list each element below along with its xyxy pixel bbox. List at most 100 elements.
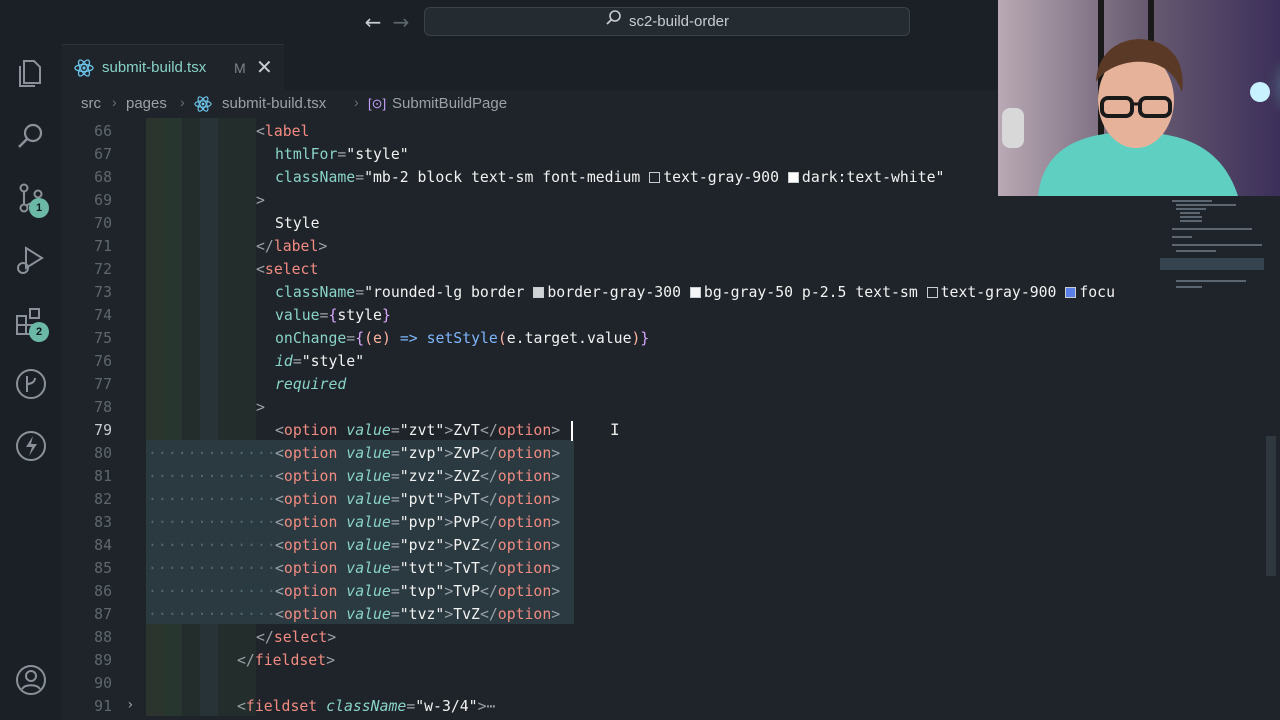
explorer-icon[interactable] (13, 56, 49, 92)
indent-rainbow-band (200, 118, 218, 716)
option-line: <option value="pvz">PvZ</option> (275, 537, 561, 554)
close-tab-button[interactable]: ✕ (256, 55, 273, 79)
option-line: <option value="tvz">TvZ</option> (275, 606, 561, 623)
line-number: 68 (94, 169, 112, 186)
command-center-search[interactable]: sc2-build-order (424, 7, 910, 36)
code-line-74: value={style} (275, 307, 391, 324)
whitespace-dots: ············· (148, 583, 277, 600)
line-number: 86 (94, 583, 112, 600)
extensions-badge: 2 (29, 322, 49, 342)
code-line-73: className="rounded-lg border border-gray… (275, 284, 1115, 301)
line-number: 82 (94, 491, 112, 508)
line-number: 85 (94, 560, 112, 577)
modified-indicator: M (234, 60, 246, 76)
minimap[interactable] (1160, 196, 1264, 720)
line-number: 87 (94, 606, 112, 623)
breadcrumb: src › pages › submit-build.tsx › [⊙] Sub… (62, 92, 1162, 116)
minimap-viewport[interactable] (1160, 258, 1264, 270)
line-number: 88 (94, 629, 112, 646)
code-line-66: <label (256, 123, 310, 140)
lightning-icon[interactable] (13, 428, 49, 464)
line-number: 78 (94, 399, 112, 416)
webcam-person-image (998, 0, 1280, 196)
code-line-76: id="style" (275, 353, 365, 370)
color-swatch (689, 287, 701, 298)
activity-bar: 1 2 (0, 44, 62, 720)
code-line-67: htmlFor="style" (275, 146, 409, 163)
workspace-name: sc2-build-order (628, 13, 730, 30)
color-swatch (649, 172, 661, 183)
option-line: <option value="tvp">TvP</option> (275, 583, 561, 600)
run-debug-icon[interactable] (13, 242, 49, 278)
react-icon (194, 95, 212, 114)
scrollbar-thumb[interactable] (1266, 436, 1276, 576)
forward-button[interactable]: → (389, 10, 413, 34)
code-line-78: > (256, 399, 265, 416)
tab-label: submit-build.tsx (102, 59, 207, 76)
arrow-right-icon: → (392, 10, 410, 34)
line-number: 89 (94, 652, 112, 669)
line-number: 84 (94, 537, 112, 554)
code-editor[interactable]: 66 67 68 69 70 71 72 73 74 75 76 77 78 79 80 81 82 83 84 85… (62, 118, 1160, 720)
line-number: 72 (94, 261, 112, 278)
symbol-icon: [⊙] (368, 96, 387, 111)
mouse-ibeam-icon: I (610, 420, 620, 439)
line-number: 66 (94, 123, 112, 140)
git-graph-icon[interactable] (13, 366, 49, 402)
line-number: 71 (94, 238, 112, 255)
line-number: 76 (94, 353, 112, 370)
line-number: 74 (94, 307, 112, 324)
line-number: 69 (94, 192, 112, 209)
search-icon (605, 9, 623, 36)
breadcrumb-pages[interactable]: pages (126, 95, 167, 112)
code-line-77: required (275, 376, 347, 393)
line-number: 75 (94, 330, 112, 347)
breadcrumb-src[interactable]: src (81, 95, 101, 112)
whitespace-dots: ············· (148, 537, 277, 554)
option-line: <option value="zvt">ZvT</option> (275, 422, 561, 439)
text-cursor (571, 421, 573, 441)
code-line-71: </label> (256, 238, 328, 255)
account-icon[interactable] (13, 662, 49, 698)
option-line: <option value="tvt">TvT</option> (275, 560, 561, 577)
code-line-68: className="mb-2 block text-sm font-mediu… (275, 169, 945, 186)
line-number: 73 (94, 284, 112, 301)
code-line-69: > (256, 192, 265, 209)
chevron-right-icon: › (180, 94, 185, 110)
line-number: 67 (94, 146, 112, 163)
chevron-right-icon: › (112, 94, 117, 110)
whitespace-dots: ············· (148, 514, 277, 531)
arrow-left-icon: ← (364, 10, 382, 34)
option-line: <option value="pvt">PvT</option> (275, 491, 561, 508)
line-number: 79 (94, 422, 112, 439)
back-button[interactable]: ← (361, 10, 385, 34)
line-number: 70 (94, 215, 112, 232)
tab-submit-build[interactable]: submit-build.tsx M ✕ (62, 44, 284, 90)
line-number: 83 (94, 514, 112, 531)
breadcrumb-symbol[interactable]: SubmitBuildPage (392, 95, 507, 112)
code-line-75: onChange={(e) => setStyle(e.target.value… (275, 330, 650, 347)
code-line-70: Style (275, 215, 320, 232)
whitespace-dots: ············· (148, 468, 277, 485)
line-number: 90 (94, 675, 112, 692)
line-number: 91 (94, 698, 112, 715)
vertical-scrollbar[interactable] (1264, 196, 1280, 720)
search-icon[interactable] (13, 118, 49, 154)
color-swatch (533, 287, 545, 298)
option-line: <option value="pvp">PvP</option> (275, 514, 561, 531)
line-number: 80 (94, 445, 112, 462)
color-swatch (787, 172, 799, 183)
code-line-89: </fieldset> (237, 652, 336, 669)
source-control-badge: 1 (29, 198, 49, 218)
whitespace-dots: ············· (148, 606, 277, 623)
indent-rainbow-band (164, 118, 182, 716)
code-line-91: <fieldset className="w-3/4">⋯ (237, 698, 496, 715)
webcam-overlay (998, 0, 1280, 196)
code-line-72: <select (256, 261, 319, 278)
breadcrumb-file[interactable]: submit-build.tsx (222, 95, 326, 112)
chevron-right-icon: › (354, 94, 359, 110)
fold-chevron-icon[interactable]: › (126, 694, 134, 717)
indent-rainbow-band (146, 118, 164, 716)
whitespace-dots: ············· (148, 445, 277, 462)
option-line: <option value="zvz">ZvZ</option> (275, 468, 561, 485)
